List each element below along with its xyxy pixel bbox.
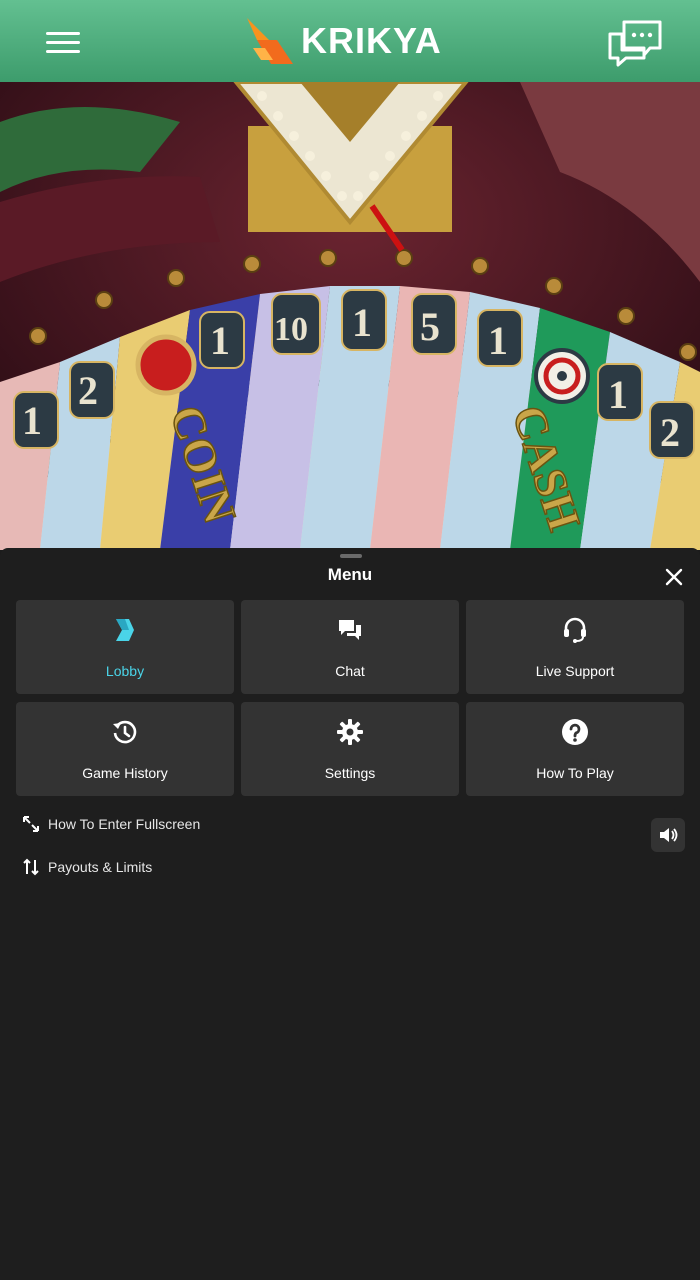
- chat-bubbles-icon[interactable]: [606, 18, 664, 68]
- wheel-number: 1: [488, 318, 508, 363]
- tile-chat[interactable]: Chat: [241, 600, 459, 694]
- wheel-number: 2: [660, 410, 680, 455]
- wheel-number: 2: [78, 368, 98, 413]
- tile-label: Game History: [82, 765, 168, 781]
- menu-sheet: Menu Lobby Chat Live Support Game Histor…: [0, 548, 700, 1280]
- drag-handle[interactable]: [340, 554, 362, 558]
- wheel-number: 10: [274, 311, 308, 348]
- up-down-arrows-icon: [23, 858, 39, 876]
- brand-logo[interactable]: KRIKYA: [243, 16, 442, 66]
- wheel-number: 1: [352, 300, 372, 345]
- menu-title: Menu: [327, 565, 373, 584]
- hamburger-menu-icon[interactable]: [46, 30, 82, 56]
- close-icon[interactable]: [662, 565, 686, 589]
- tile-label: Chat: [335, 663, 365, 679]
- tile-lobby[interactable]: Lobby: [16, 600, 234, 694]
- app-header: KRIKYA: [0, 0, 700, 82]
- game-wheel-view[interactable]: 1 2 1 10 1 5 1 1 2 COIN CASH: [0, 82, 700, 550]
- link-fullscreen[interactable]: How To Enter Fullscreen: [22, 813, 200, 835]
- gear-icon: [337, 719, 363, 745]
- tile-label: Live Support: [535, 663, 615, 679]
- wheel-number: 1: [608, 372, 628, 417]
- tile-label: Lobby: [105, 663, 145, 679]
- tile-settings[interactable]: Settings: [241, 702, 459, 796]
- lobby-icon: [116, 619, 134, 641]
- link-payouts-limits[interactable]: Payouts & Limits: [22, 856, 152, 878]
- chat-icon: [339, 620, 361, 640]
- link-label: Payouts & Limits: [48, 859, 153, 875]
- wheel-number: 1: [22, 398, 42, 443]
- wheel-number: 5: [420, 304, 440, 349]
- wheel-number: 1: [210, 318, 230, 363]
- history-icon: [113, 720, 137, 744]
- logo-mark-icon: [247, 18, 293, 64]
- headset-icon: [564, 617, 586, 643]
- tile-game-history[interactable]: Game History: [16, 702, 234, 796]
- tile-live-support[interactable]: Live Support: [466, 600, 684, 694]
- link-label: How To Enter Fullscreen: [48, 816, 201, 832]
- question-icon: [562, 719, 588, 745]
- sound-toggle-button[interactable]: [651, 818, 685, 852]
- tile-label: Settings: [324, 765, 376, 781]
- brand-name: KRIKYA: [301, 20, 442, 61]
- tile-label: How To Play: [536, 765, 614, 781]
- speaker-icon: [660, 828, 678, 842]
- expand-arrows-icon: [23, 816, 39, 832]
- tile-how-to-play[interactable]: How To Play: [466, 702, 684, 796]
